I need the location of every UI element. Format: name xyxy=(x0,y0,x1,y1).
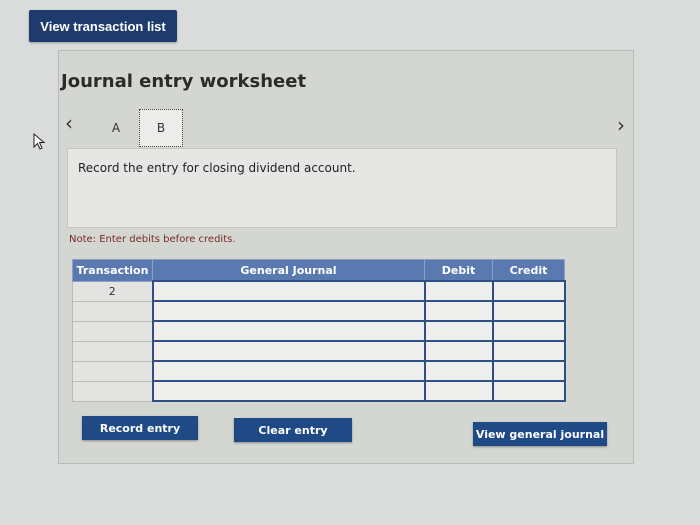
transaction-cell: 2 xyxy=(72,280,153,302)
mouse-pointer-icon xyxy=(33,133,46,150)
record-entry-button[interactable]: Record entry xyxy=(82,416,198,440)
transaction-cell xyxy=(72,380,153,402)
debit-input[interactable] xyxy=(423,280,494,302)
journal-table: Transaction General Journal Debit Credit… xyxy=(72,259,566,402)
table-header-row: Transaction General Journal Debit Credit xyxy=(72,259,565,282)
chevron-right-icon[interactable]: › xyxy=(617,113,625,137)
header-debit: Debit xyxy=(424,259,493,282)
journal-entry-worksheet: Journal entry worksheet ‹ A B › Record t… xyxy=(58,50,634,464)
table-row xyxy=(72,300,566,322)
header-credit: Credit xyxy=(492,259,565,282)
header-transaction: Transaction xyxy=(72,259,153,282)
general-journal-input[interactable] xyxy=(151,340,426,362)
view-transaction-list-button[interactable]: View transaction list xyxy=(29,10,177,42)
general-journal-input[interactable] xyxy=(151,360,426,382)
table-row xyxy=(72,340,566,362)
transaction-cell xyxy=(72,340,153,362)
debit-input[interactable] xyxy=(423,360,494,382)
debit-input[interactable] xyxy=(423,340,494,362)
credit-input[interactable] xyxy=(491,340,566,362)
table-row xyxy=(72,360,566,382)
instruction-text: Record the entry for closing dividend ac… xyxy=(78,161,356,175)
clear-entry-button[interactable]: Clear entry xyxy=(234,418,352,442)
general-journal-input[interactable] xyxy=(151,280,426,302)
credit-input[interactable] xyxy=(491,320,566,342)
transaction-cell xyxy=(72,320,153,342)
note-text: Note: Enter debits before credits. xyxy=(69,234,236,245)
view-general-journal-button[interactable]: View general journal xyxy=(473,422,607,446)
debit-input[interactable] xyxy=(423,300,494,322)
tab-b[interactable]: B xyxy=(139,109,183,147)
general-journal-input[interactable] xyxy=(151,380,426,402)
table-row xyxy=(72,380,566,402)
transaction-cell xyxy=(72,360,153,382)
credit-input[interactable] xyxy=(491,280,566,302)
header-general-journal: General Journal xyxy=(152,259,425,282)
credit-input[interactable] xyxy=(491,360,566,382)
general-journal-input[interactable] xyxy=(151,320,426,342)
table-row: 2 xyxy=(72,280,566,302)
transaction-cell xyxy=(72,300,153,322)
credit-input[interactable] xyxy=(491,300,566,322)
worksheet-title: Journal entry worksheet xyxy=(61,71,307,92)
general-journal-input[interactable] xyxy=(151,300,426,322)
tab-a[interactable]: A xyxy=(99,109,133,147)
credit-input[interactable] xyxy=(491,380,566,402)
table-row xyxy=(72,320,566,342)
debit-input[interactable] xyxy=(423,320,494,342)
instruction-box: Record the entry for closing dividend ac… xyxy=(67,148,617,228)
debit-input[interactable] xyxy=(423,380,494,402)
chevron-left-icon[interactable]: ‹ xyxy=(65,111,73,135)
